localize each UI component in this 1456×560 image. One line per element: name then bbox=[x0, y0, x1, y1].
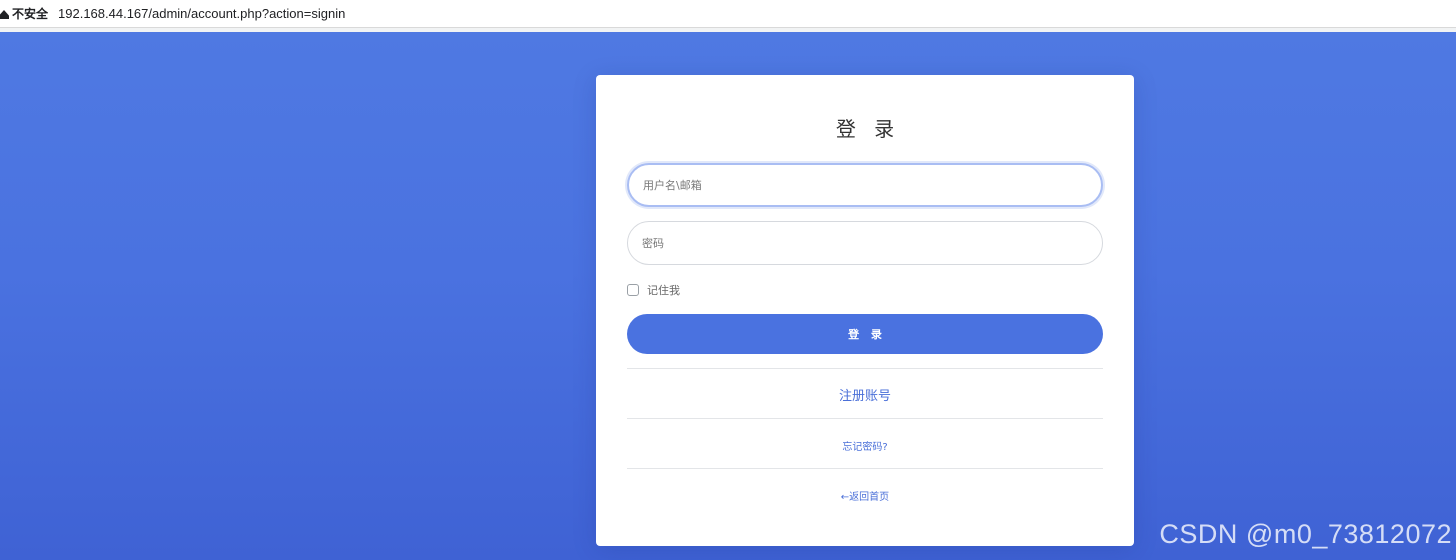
divider bbox=[627, 368, 1103, 369]
divider bbox=[627, 468, 1103, 469]
watermark: CSDN @m0_73812072 bbox=[1159, 519, 1452, 549]
back-home-link[interactable]: ←返回首页 bbox=[627, 488, 1103, 503]
address-bar[interactable]: 不安全 192.168.44.167/admin/account.php?act… bbox=[0, 0, 1456, 28]
login-card: 登 录 记住我 登 录 注册账号 忘记密码? ←返回首页 bbox=[596, 75, 1134, 546]
remember-me-row[interactable]: 记住我 bbox=[627, 282, 680, 298]
page-background: 登 录 记住我 登 录 注册账号 忘记密码? ←返回首页 CSDN @m0_73… bbox=[0, 32, 1456, 560]
register-link[interactable]: 注册账号 bbox=[627, 385, 1103, 404]
url-text[interactable]: 192.168.44.167/admin/account.php?action=… bbox=[58, 6, 345, 21]
login-button[interactable]: 登 录 bbox=[627, 314, 1103, 354]
password-input[interactable] bbox=[627, 221, 1103, 265]
divider bbox=[627, 418, 1103, 419]
warning-triangle-icon bbox=[0, 7, 9, 21]
remember-me-checkbox[interactable] bbox=[627, 284, 639, 296]
remember-me-label: 记住我 bbox=[647, 284, 680, 297]
username-input[interactable] bbox=[627, 163, 1103, 207]
security-label[interactable]: 不安全 bbox=[12, 5, 48, 22]
forgot-password-link[interactable]: 忘记密码? bbox=[627, 438, 1103, 453]
page-title: 登 录 bbox=[835, 117, 901, 141]
